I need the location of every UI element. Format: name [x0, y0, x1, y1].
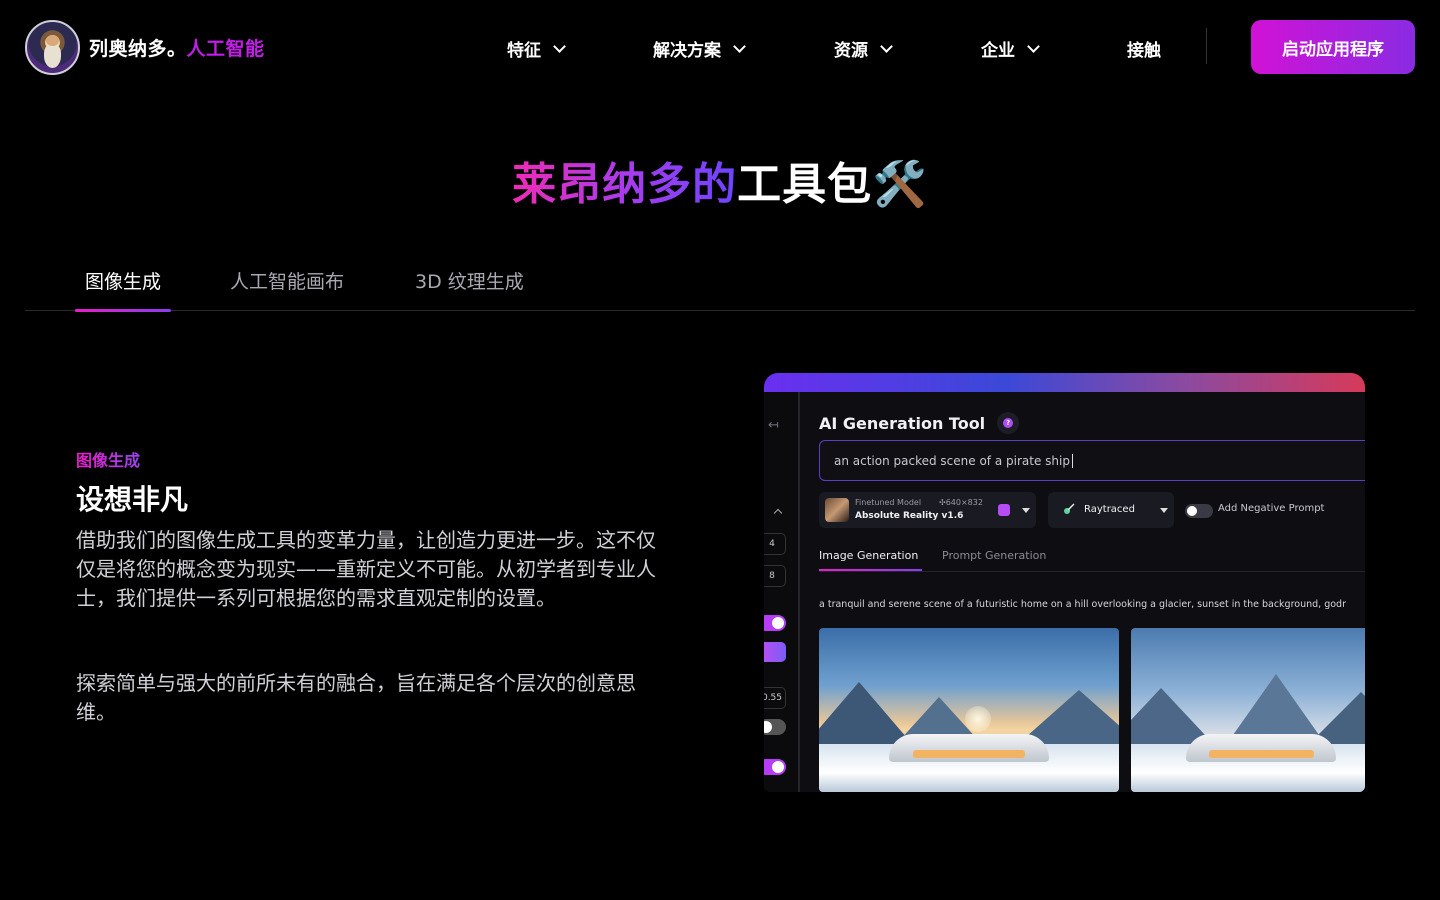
nav-divider	[1206, 28, 1207, 64]
side-toggle-on	[764, 759, 786, 775]
nav-item-resources[interactable]: 资源	[834, 36, 893, 61]
nav-item-label: 资源	[834, 41, 868, 61]
dropdown-arrow-icon	[1022, 508, 1030, 513]
help-icon: ?	[997, 412, 1020, 434]
model-name: Absolute Reality v1.6	[855, 511, 964, 521]
launch-app-button[interactable]: 启动应用程序	[1251, 20, 1415, 74]
help-glyph: ?	[1003, 418, 1014, 428]
tab-ai-canvas[interactable]: 人工智能画布	[230, 267, 344, 308]
text-caret	[1071, 453, 1073, 468]
guitar-icon	[1064, 503, 1075, 514]
model-label: Finetuned Model	[855, 498, 922, 507]
brand-logo[interactable]	[25, 20, 80, 75]
generated-image-2	[1131, 628, 1365, 792]
nav-item-label: 解决方案	[653, 41, 721, 61]
dropdown-arrow-icon	[1160, 508, 1168, 513]
preview-model-selector: Finetuned Model ✣640×832 Absolute Realit…	[819, 492, 1036, 528]
subtab-prompt-generation: Prompt Generation	[942, 549, 1047, 562]
side-toggle-off	[764, 719, 786, 735]
model-dimensions: ✣640×832	[939, 498, 983, 507]
preview-prompt-value: an action packed scene of a pirate ship	[834, 453, 1070, 468]
model-badge-icon	[998, 504, 1010, 516]
style-name: Raytraced	[1084, 504, 1135, 515]
nav-item-solutions[interactable]: 解决方案	[653, 36, 746, 61]
page-title-plain: 工具包🛠️	[737, 159, 928, 210]
feature-eyebrow: 图像生成	[76, 447, 140, 471]
preview-app-title-text: AI Generation Tool	[819, 413, 986, 433]
feature-headline: 设想非凡	[76, 483, 189, 516]
preview-sidebar: ↤ 4 8 0.55	[764, 392, 800, 792]
nav-item-contact[interactable]: 接触	[1127, 36, 1161, 61]
app-preview-screenshot: ↤ 4 8 0.55 AI Generation Tool ? an actio…	[764, 373, 1365, 792]
chevron-down-icon	[553, 40, 566, 53]
nav-item-enterprise[interactable]: 企业	[981, 36, 1040, 61]
chevron-down-icon	[733, 40, 746, 53]
page-title-gradient: 莱昂纳多的	[512, 159, 738, 210]
preview-subtabs: Image Generation Prompt Generation	[819, 549, 1365, 572]
page-title: 莱昂纳多的工具包🛠️	[0, 148, 1440, 212]
side-value-box: 0.55	[764, 687, 786, 709]
chevron-down-icon	[880, 40, 893, 53]
toolkit-tabs: 图像生成 人工智能画布 3D 纹理生成	[25, 255, 1415, 312]
feature-paragraph-2: 探索简单与强大的前所未有的融合，旨在满足各个层次的创意思维。	[76, 671, 636, 724]
generated-image-1	[819, 628, 1119, 792]
negative-prompt-label: Add Negative Prompt	[1218, 503, 1325, 514]
model-thumbnail	[825, 498, 849, 522]
preview-gradient-bar	[764, 373, 1365, 392]
side-accent-pill	[764, 642, 786, 662]
collapse-arrow-icon: ↤	[768, 418, 779, 433]
nav-item-label: 企业	[981, 41, 1015, 61]
side-toggle-on	[764, 615, 786, 631]
brand-name-accent: 人工智能	[186, 38, 265, 60]
top-nav: 列奥纳多。人工智能 特征 解决方案 资源 企业 接触 启动应用程序	[0, 0, 1440, 95]
chevron-down-icon	[1027, 40, 1040, 53]
side-value-box: 8	[764, 565, 786, 587]
negative-prompt-toggle	[1185, 504, 1213, 518]
feature-paragraph-1: 借助我们的图像生成工具的变革力量，让创造力更进一步。这不仅仅是将您的概念变为现实…	[76, 528, 656, 610]
tab-3d-texture-generation[interactable]: 3D 纹理生成	[415, 267, 524, 308]
preview-app-title: AI Generation Tool ?	[819, 412, 1020, 434]
nav-item-label: 特征	[507, 41, 541, 61]
preview-style-selector: Raytraced	[1048, 492, 1174, 528]
preview-prompt-input: an action packed scene of a pirate ship	[819, 440, 1365, 481]
side-value-box: 4	[764, 533, 786, 555]
subtab-image-generation: Image Generation	[819, 549, 923, 571]
brand-name[interactable]: 列奥纳多。人工智能	[89, 34, 265, 61]
nav-item-label: 接触	[1127, 41, 1161, 61]
generated-prompt-text: a tranquil and serene scene of a futuris…	[819, 599, 1346, 610]
brand-name-primary: 列奥纳多。	[89, 38, 187, 60]
chevron-up-icon	[773, 508, 783, 518]
tab-image-generation[interactable]: 图像生成	[74, 267, 172, 312]
nav-item-features[interactable]: 特征	[507, 36, 566, 61]
